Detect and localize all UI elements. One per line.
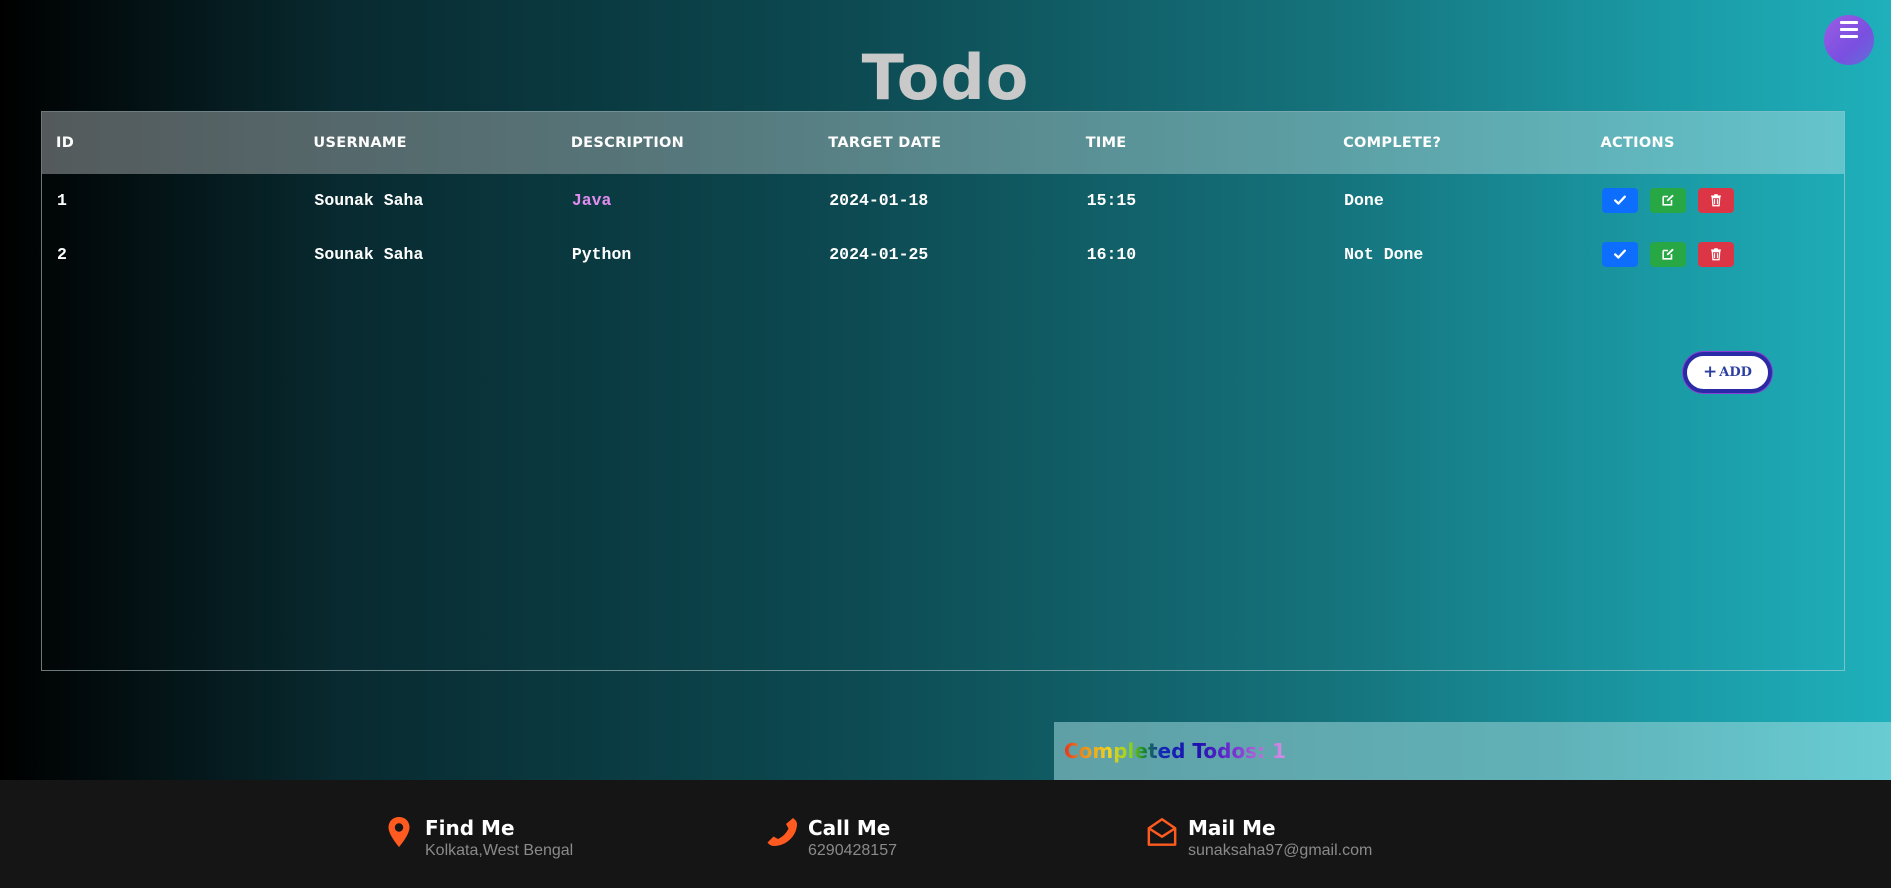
footer-call-title: Call Me <box>808 816 891 840</box>
todo-table: ID USERNAME DESCRIPTION TARGET DATE TIME… <box>41 111 1845 671</box>
column-header-username: USERNAME <box>313 135 407 151</box>
footer-call-me: Call Me 6290428157 <box>766 816 897 862</box>
footer-find-value: Kolkata,West Bengal <box>425 842 574 859</box>
row-actions <box>1587 241 1844 267</box>
edit-button[interactable] <box>1649 187 1686 213</box>
page-title: Todo <box>861 41 1030 114</box>
plus-icon: + <box>1703 362 1718 382</box>
delete-button[interactable] <box>1697 187 1734 213</box>
footer-mail-me: Mail Me sunaksaha97@gmail.com <box>1146 816 1372 862</box>
cell-time: 16:10 <box>1086 244 1137 264</box>
cell-complete: Not Done <box>1344 244 1424 264</box>
footer-mail-value: sunaksaha97@gmail.com <box>1188 842 1373 859</box>
table-header: ID USERNAME DESCRIPTION TARGET DATE TIME… <box>42 112 1844 174</box>
trash-icon <box>1710 194 1721 207</box>
cell-id: 1 <box>57 190 67 210</box>
trash-icon <box>1710 248 1721 261</box>
footer-find-title: Find Me <box>425 816 515 840</box>
column-header-complete: COMPLETE? <box>1343 135 1442 151</box>
mark-done-button[interactable] <box>1601 187 1638 213</box>
cell-target-date: 2024-01-18 <box>829 190 929 210</box>
check-icon <box>1613 195 1626 205</box>
phone-icon <box>766 816 798 850</box>
cell-username: Sounak Saha <box>314 244 424 264</box>
mark-done-button[interactable] <box>1601 241 1638 267</box>
edit-icon <box>1661 248 1674 260</box>
completed-todos-count: Completed Todos: 1 <box>1064 739 1286 763</box>
cell-description: Java <box>571 190 612 210</box>
completed-todos-bar: Completed Todos: 1 <box>1054 722 1891 780</box>
map-marker-icon <box>383 816 415 850</box>
column-header-actions: ACTIONS <box>1600 135 1675 151</box>
footer-mail-title: Mail Me <box>1188 816 1276 840</box>
check-icon <box>1613 249 1626 259</box>
cell-description: Python <box>571 244 632 264</box>
add-button-label: ADD <box>1719 365 1752 380</box>
table-row: 2 Sounak Saha Python 2024-01-25 16:10 No… <box>42 234 1844 274</box>
footer-find-me: Find Me Kolkata,West Bengal <box>383 816 573 862</box>
hamburger-icon <box>1840 21 1858 38</box>
footer-call-value: 6290428157 <box>808 842 897 859</box>
cell-id: 2 <box>57 244 67 264</box>
row-actions <box>1587 187 1844 213</box>
envelope-open-icon <box>1146 816 1178 850</box>
column-header-description: DESCRIPTION <box>570 135 685 151</box>
cell-time: 15:15 <box>1086 190 1137 210</box>
edit-button[interactable] <box>1649 241 1686 267</box>
column-header-id: ID <box>56 135 75 151</box>
edit-icon <box>1661 194 1674 206</box>
table-row: 1 Sounak Saha Java 2024-01-18 15:15 Done <box>42 180 1844 220</box>
delete-button[interactable] <box>1697 241 1734 267</box>
cell-username: Sounak Saha <box>314 190 424 210</box>
column-header-target-date: TARGET DATE <box>828 135 942 151</box>
cell-target-date: 2024-01-25 <box>829 244 929 264</box>
cell-complete: Done <box>1344 190 1384 210</box>
add-todo-button[interactable]: + ADD <box>1683 352 1772 393</box>
footer: Find Me Kolkata,West Bengal Call Me 6290… <box>0 780 1891 888</box>
column-header-time: TIME <box>1085 135 1127 151</box>
